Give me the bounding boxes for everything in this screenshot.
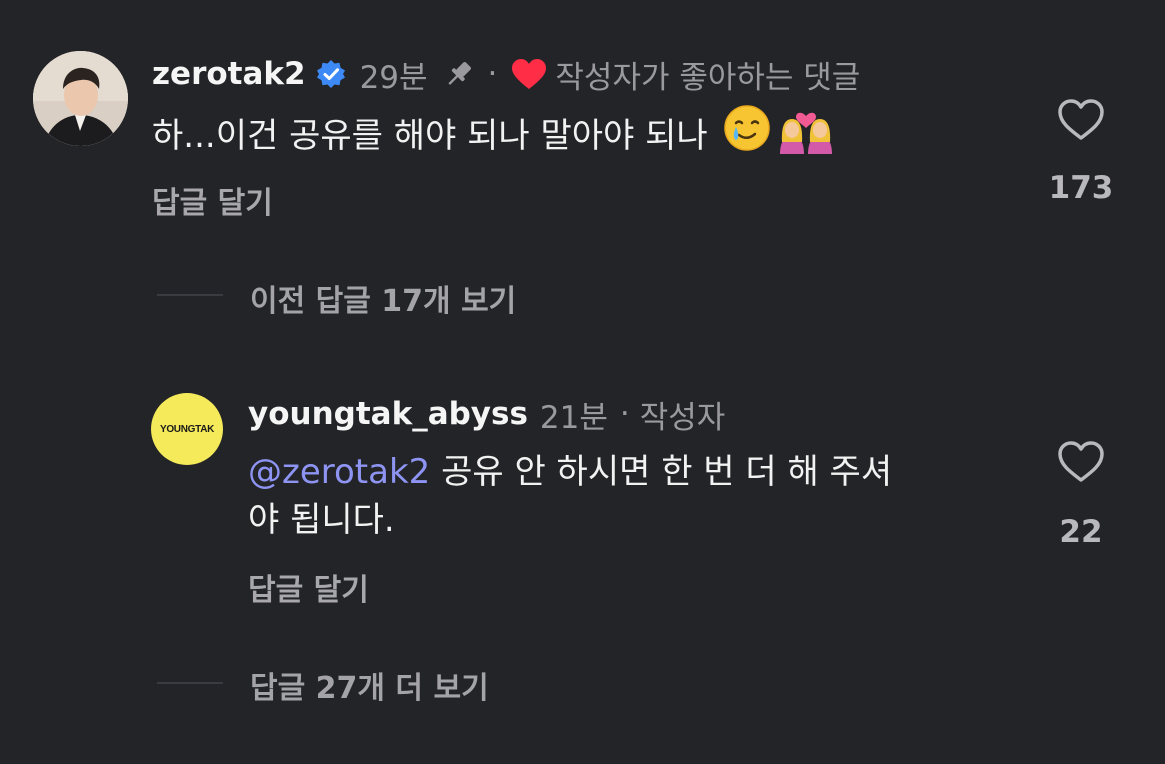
avatar[interactable]	[33, 51, 128, 146]
meta-separator: ·	[619, 396, 630, 432]
comment-header: zerotak2 29분 · 작성자가 좋아하는 댓글	[152, 54, 861, 96]
reply-text-line2: 야 됩니다.	[248, 500, 395, 540]
comment-body: 하...이건 공유를 해야 되나 말아야 되나	[152, 104, 834, 158]
view-more-replies-button[interactable]: 답글 27개 더 보기	[250, 663, 489, 707]
comment-time: 29분	[359, 59, 428, 96]
reply-header: youngtak_abyss 21분 · 작성자	[248, 394, 726, 436]
pin-icon	[442, 57, 476, 91]
comments-page: zerotak2 29분 · 작성자가 좋아하는 댓글 하...이건 공유를 해…	[0, 0, 1165, 764]
liked-by-creator-label: 작성자가 좋아하는 댓글	[555, 59, 861, 96]
meta-separator: ·	[487, 56, 498, 92]
comment-actions: 답글 달기	[152, 178, 273, 222]
couple-with-heart-icon	[778, 102, 834, 163]
avatar-photo	[33, 51, 128, 146]
reply-button[interactable]: 답글 달기	[248, 565, 369, 609]
verified-badge-icon	[316, 59, 346, 89]
avatar-logo-text: YOUNGTAK	[159, 423, 215, 435]
comment-like: 173	[1046, 98, 1116, 206]
heart-filled-icon	[511, 58, 547, 90]
heart-outline-icon[interactable]	[1057, 440, 1105, 484]
like-count: 173	[1048, 170, 1114, 206]
reply-actions: 답글 달기	[248, 565, 369, 609]
author-badge: 작성자	[639, 399, 726, 436]
reply-button[interactable]: 답글 달기	[152, 178, 273, 222]
comment-text: 하...이건 공유를 해야 되나 말아야 되나	[152, 115, 708, 156]
smiling-face-with-tear-icon	[722, 103, 772, 162]
comment-username[interactable]: zerotak2	[152, 56, 306, 92]
heart-outline-icon[interactable]	[1057, 98, 1105, 142]
reply-body: @zerotak2 공유 안 하시면 한 번 더 해 주셔 야 됩니다.	[248, 448, 1008, 544]
reply-avatar[interactable]: YOUNGTAK	[151, 393, 223, 465]
reply-time: 21분	[539, 399, 608, 436]
mention-link[interactable]: @zerotak2	[248, 452, 430, 492]
view-previous-replies-button[interactable]: 이전 답글 17개 보기	[250, 276, 516, 320]
reply-username[interactable]: youngtak_abyss	[248, 396, 528, 432]
thread-line	[157, 294, 223, 296]
thread-line	[157, 682, 223, 684]
reply-like: 22	[1046, 440, 1116, 550]
reply-text-line1: 공유 안 하시면 한 번 더 해 주셔	[430, 452, 893, 492]
like-count: 22	[1059, 514, 1103, 550]
